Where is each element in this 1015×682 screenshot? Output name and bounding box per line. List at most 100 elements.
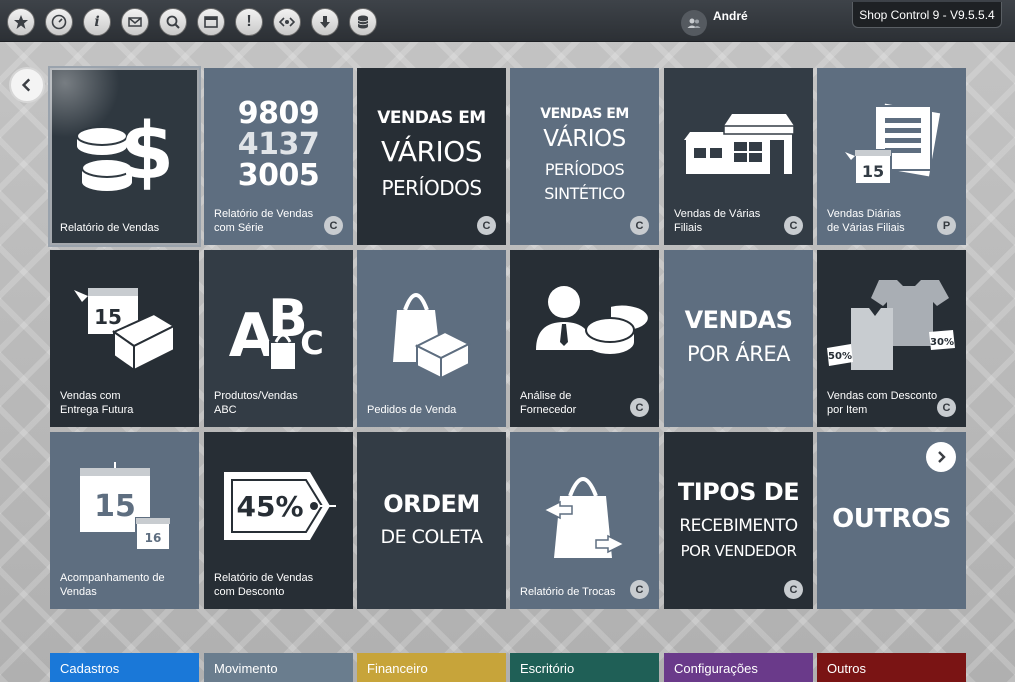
tile-pedidos-de-venda[interactable]: Pedidos de Venda <box>357 250 506 427</box>
database-icon[interactable] <box>349 8 377 36</box>
tile-heading-1: VENDAS EM <box>540 106 629 122</box>
version-label: Shop Control 9 - V9.5.5.4 <box>852 2 1002 28</box>
tile-vendas-varias-filiais[interactable]: Vendas de Várias Filiais C <box>664 68 813 245</box>
supplier-pie-chart-icon <box>536 286 650 354</box>
calendar-day-text: 15 <box>862 162 884 181</box>
download-icon[interactable] <box>311 8 339 36</box>
back-button[interactable] <box>9 67 45 103</box>
svg-text:15: 15 <box>94 305 122 329</box>
tile-label: Vendas com Entrega Futura <box>60 390 134 416</box>
tile-label: Vendas com Desconto por Item <box>827 390 938 416</box>
tile-heading-2: RECEBIMENTO <box>679 516 798 536</box>
tile-label: Relatório de Trocas <box>520 586 616 598</box>
mail-icon[interactable] <box>121 8 149 36</box>
tile-badge: P <box>937 216 956 235</box>
tile-label: Vendas Diárias de Várias Filiais <box>827 208 905 234</box>
search-icon[interactable] <box>159 8 187 36</box>
user-group-icon[interactable] <box>681 10 707 36</box>
tile-badge: C <box>630 580 649 599</box>
star-icon[interactable] <box>7 8 35 36</box>
documents-calendar-icon <box>845 103 941 185</box>
alert-icon[interactable]: ! <box>235 8 263 36</box>
tile-badge: C <box>324 216 343 235</box>
tile-heading-3: PERÍODOS <box>544 160 625 179</box>
window-icon[interactable] <box>197 8 225 36</box>
serial-number-3: 3005 <box>237 158 320 193</box>
tile-badge: C <box>477 216 496 235</box>
calendar-day-text: 15 <box>94 305 122 329</box>
tile-analise-de-fornecedor[interactable]: Análise de Fornecedor C <box>510 250 659 427</box>
tab-configuracoes[interactable]: Configurações <box>664 653 813 682</box>
tile-relatorio-de-trocas[interactable]: Relatório de Trocas C <box>510 432 659 609</box>
tile-heading-1: VENDAS <box>684 306 793 334</box>
tile-label: Análise de Fornecedor <box>520 390 577 416</box>
tile-badge: C <box>784 580 803 599</box>
svg-text:16: 16 <box>145 531 162 545</box>
tile-vendas-entrega-futura[interactable]: 15 Vendas com Entrega Futura <box>50 250 199 427</box>
svg-text:15: 15 <box>94 489 136 524</box>
tile-label: Relatório de Vendas com Série <box>214 208 314 234</box>
tab-outros[interactable]: Outros <box>817 653 966 682</box>
serial-number-2: 4137 <box>237 127 320 162</box>
tile-badge: C <box>630 398 649 417</box>
dashboard-gauge-icon[interactable] <box>45 8 73 36</box>
abc-bag-icon: A B C <box>229 289 324 371</box>
tile-produtos-vendas-abc[interactable]: A B C Produtos/Vendas ABC <box>204 250 353 427</box>
tile-label: Relatório de Vendas <box>60 222 160 234</box>
info-icon[interactable]: i <box>83 8 111 36</box>
svg-text:50%: 50% <box>828 351 852 362</box>
next-page-button[interactable] <box>926 442 956 472</box>
calendar-day-text-2: 16 <box>145 531 162 545</box>
svg-text:30%: 30% <box>930 337 954 348</box>
clothing-discount-icon <box>827 280 955 370</box>
tile-heading-2: VÁRIOS <box>543 126 626 152</box>
discount-percent-text: 45% <box>236 490 303 523</box>
tile-vendas-varios-periodos-sintetico[interactable]: VENDAS EM VÁRIOS PERÍODOS SINTÉTICO C <box>510 68 659 245</box>
discount-tag-text-1: 50% <box>828 351 852 362</box>
serial-number-1: 9809 <box>237 96 320 131</box>
tile-vendas-desconto-por-item[interactable]: 50% 30% Vendas com Desconto por Item C <box>817 250 966 427</box>
tile-outros[interactable]: OUTROS <box>817 432 966 609</box>
tile-relatorio-vendas-desconto[interactable]: 45% Relatório de Vendas com Desconto <box>204 432 353 609</box>
tile-tipos-de-recebimento[interactable]: TIPOS DE RECEBIMENTO POR VENDEDOR C <box>664 432 813 609</box>
tab-movimento[interactable]: Movimento <box>204 653 353 682</box>
tile-vendas-diarias-varias-filiais[interactable]: 15 Vendas Diárias de Várias Filiais P <box>817 68 966 245</box>
svg-text:15: 15 <box>862 162 884 181</box>
calendar-day-text-1: 15 <box>94 489 136 524</box>
svg-text:$: $ <box>120 107 174 197</box>
tile-relatorio-vendas-serie[interactable]: 9809 4137 3005 Relatório de Vendas com S… <box>204 68 353 245</box>
top-toolbar: i ! André Shop Control 9 - V9.5.5.4 <box>0 0 1015 42</box>
chevron-left-icon <box>21 78 31 92</box>
tile-heading-2: POR ÁREA <box>686 342 791 366</box>
tile-label: Produtos/Vendas ABC <box>214 390 298 416</box>
user-name[interactable]: André <box>713 9 748 23</box>
tile-acompanhamento-de-vendas[interactable]: 15 16 Acompanhamento de Vendas <box>50 432 199 609</box>
code-icon[interactable] <box>273 8 301 36</box>
tile-label: Relatório de Vendas com Desconto <box>214 572 314 598</box>
tile-ordem-de-coleta[interactable]: ORDEM DE COLETA <box>357 432 506 609</box>
tile-relatorio-de-vendas[interactable]: $ Relatório de Vendas <box>50 68 199 245</box>
discount-tag-text-2: 30% <box>930 337 954 348</box>
tile-label: Pedidos de Venda <box>367 404 457 416</box>
tile-label: Vendas de Várias Filiais <box>674 208 761 234</box>
tile-label: Acompanhamento de Vendas <box>60 572 165 598</box>
svg-text:C: C <box>300 324 323 362</box>
tile-heading-1: VENDAS EM <box>377 108 486 128</box>
svg-text:45%: 45% <box>236 490 303 523</box>
tile-heading-1: OUTROS <box>832 504 951 534</box>
tile-heading-1: TIPOS DE <box>677 478 800 506</box>
tile-badge: C <box>784 216 803 235</box>
tile-vendas-varios-periodos[interactable]: VENDAS EM VÁRIOS PERÍODOS C <box>357 68 506 245</box>
tile-vendas-por-area[interactable]: VENDAS POR ÁREA <box>664 250 813 427</box>
coins-dollar-icon: $ <box>76 107 174 197</box>
chevron-right-icon <box>938 451 946 463</box>
store-buildings-icon <box>684 114 795 174</box>
tile-heading-4: SINTÉTICO <box>544 184 625 203</box>
tile-heading-1: ORDEM <box>383 490 480 518</box>
tab-escritorio[interactable]: Escritório <box>510 653 659 682</box>
tile-heading-3: PERÍODOS <box>381 176 482 200</box>
tab-financeiro[interactable]: Financeiro <box>357 653 506 682</box>
tile-heading-2: VÁRIOS <box>380 135 483 168</box>
tab-cadastros[interactable]: Cadastros <box>50 653 199 682</box>
tile-heading-2: DE COLETA <box>380 526 483 548</box>
